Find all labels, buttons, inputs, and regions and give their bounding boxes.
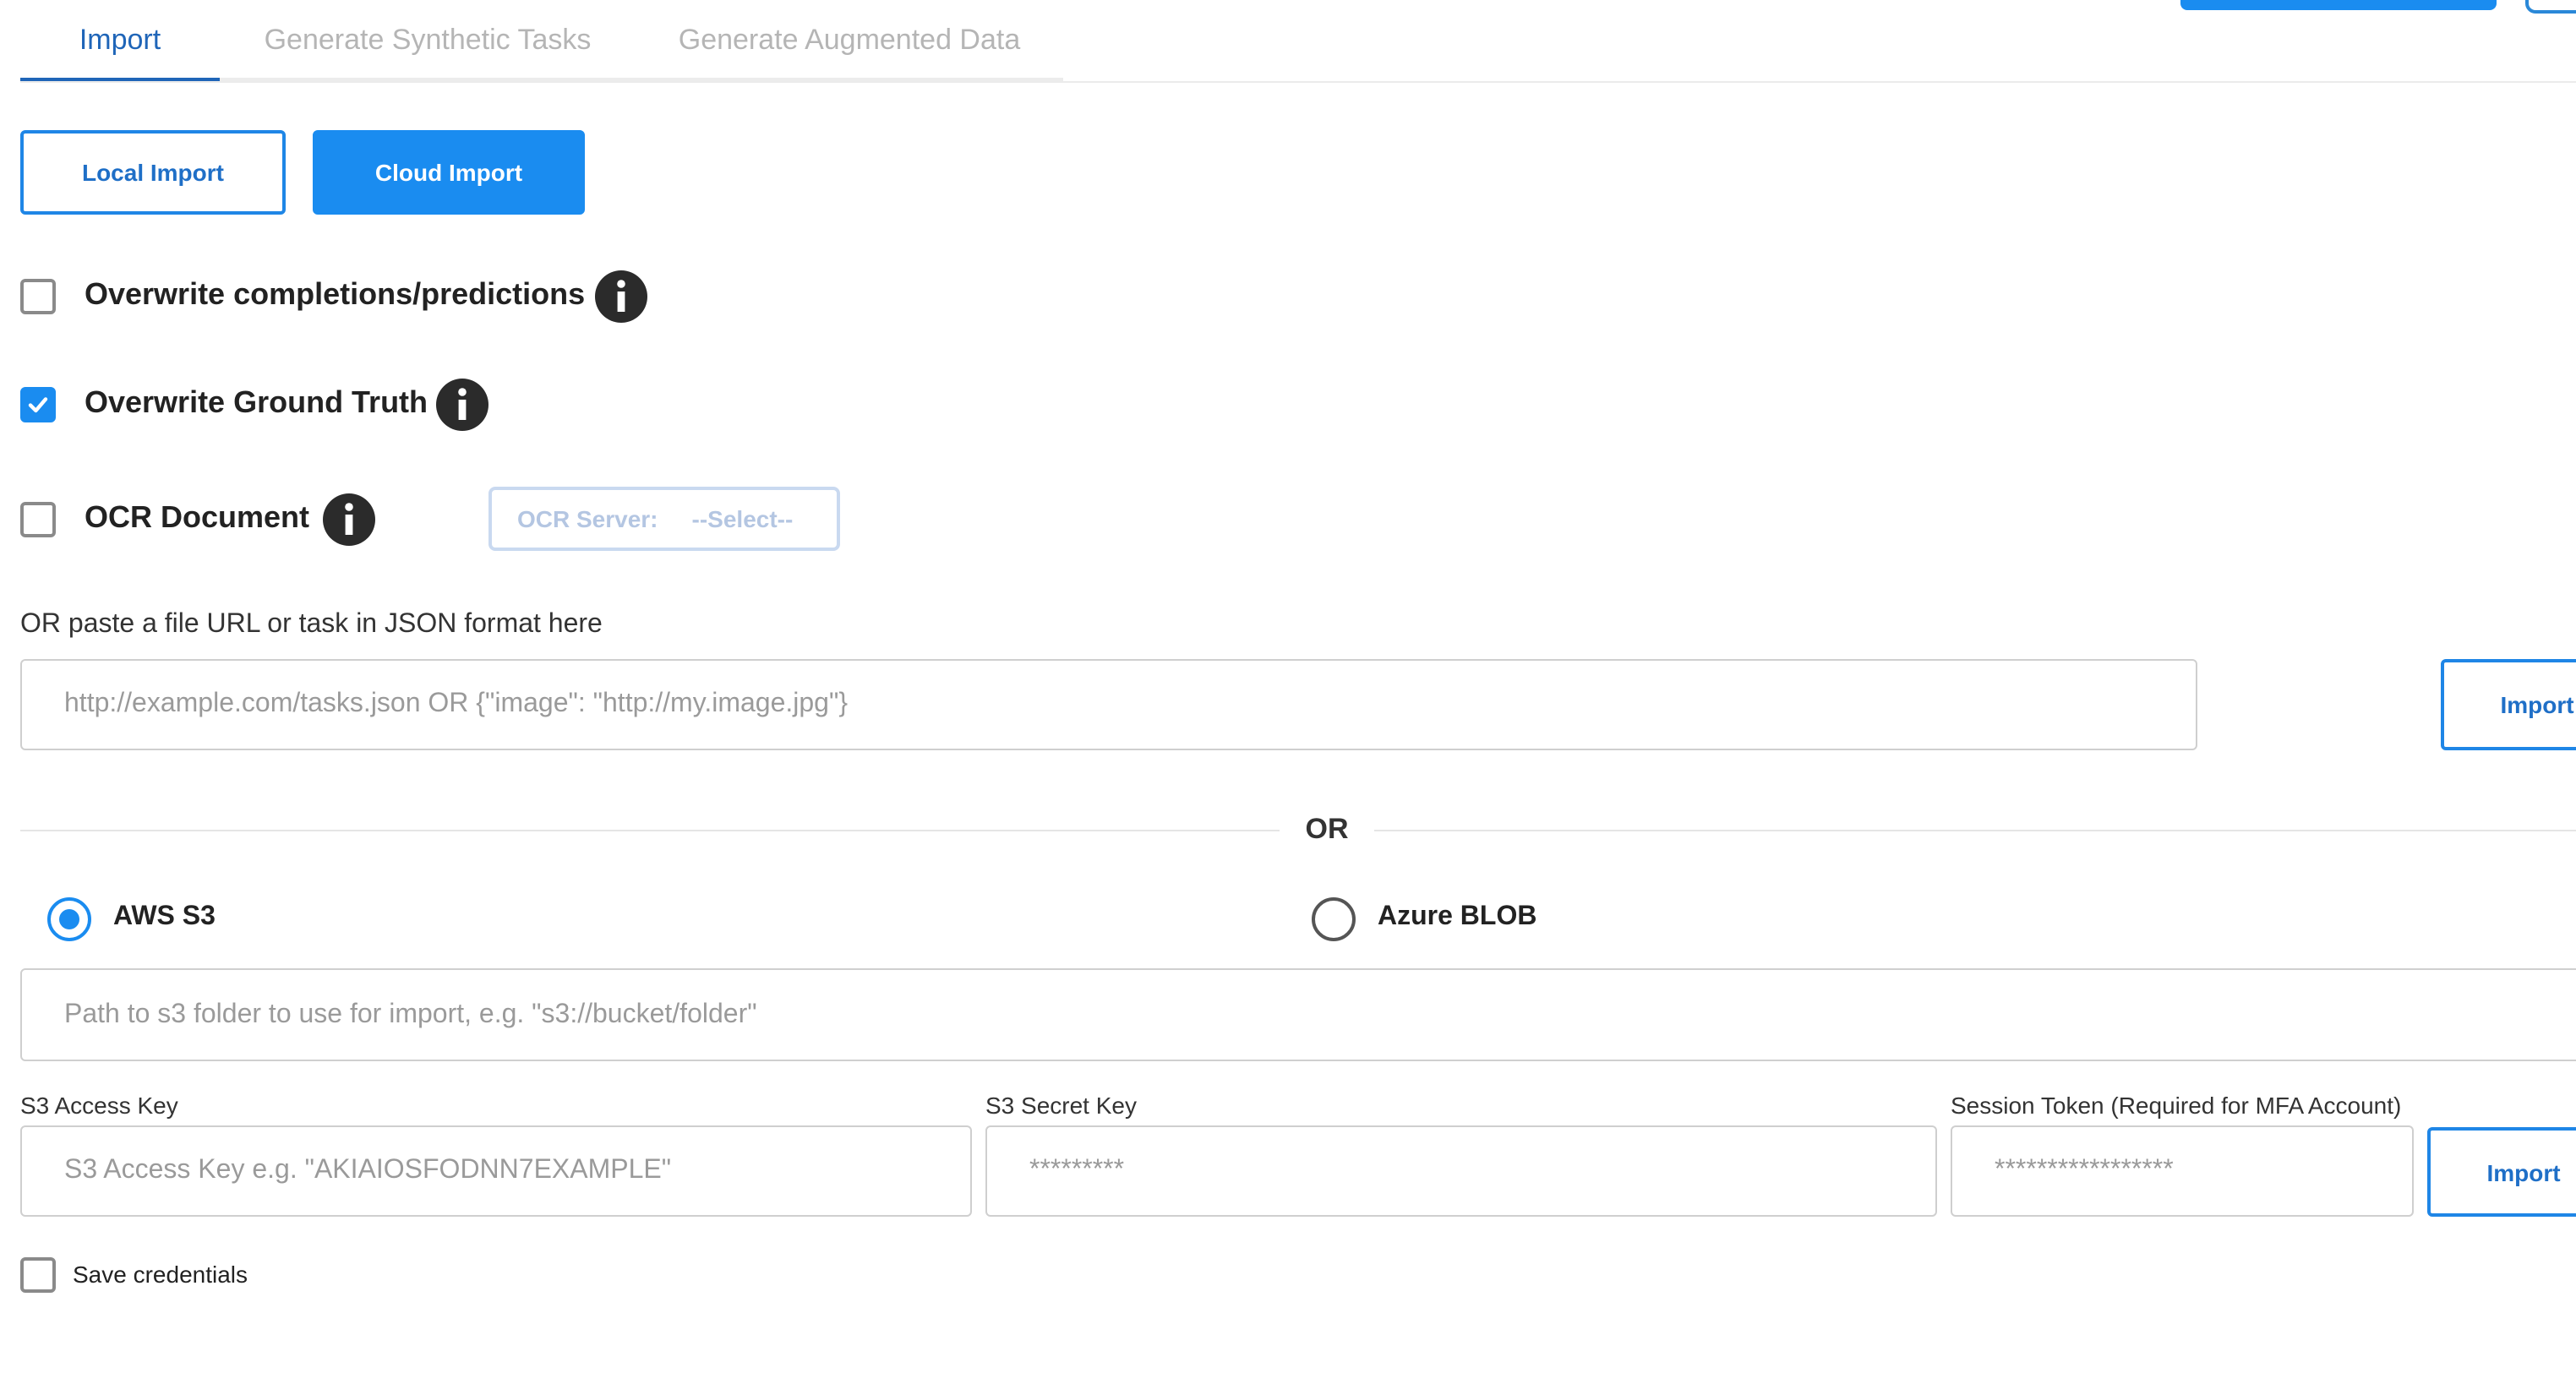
ocr-document-checkbox[interactable] [20, 502, 56, 537]
ocr-document-label: OCR Document [85, 500, 310, 534]
ocr-server-label: OCR Server: [517, 505, 658, 532]
s3-path-input[interactable] [20, 968, 2576, 1061]
aws-s3-radio[interactable] [47, 897, 91, 941]
info-icon[interactable] [323, 493, 375, 546]
top-user-button[interactable] [2525, 0, 2576, 14]
tab-generate-synthetic-tasks[interactable]: Generate Synthetic Tasks [220, 0, 636, 81]
overwrite-completions-checkbox[interactable] [20, 279, 56, 314]
local-import-button[interactable]: Local Import [20, 130, 286, 215]
session-token-label: Session Token (Required for MFA Account) [1951, 1092, 2402, 1119]
ocr-server-value: --Select-- [691, 505, 794, 532]
separator-line-left [20, 830, 1280, 831]
azure-blob-radio[interactable] [1312, 897, 1356, 941]
s3-secret-key-input[interactable] [985, 1125, 1937, 1217]
url-import-label: OR paste a file URL or task in JSON form… [20, 610, 603, 639]
save-credentials-label: Save credentials [73, 1261, 248, 1288]
azure-blob-label: Azure BLOB [1378, 902, 1537, 931]
separator-line-right [1374, 830, 2576, 831]
url-import-input[interactable] [20, 659, 2197, 750]
aws-s3-label: AWS S3 [113, 902, 216, 931]
s3-import-button[interactable]: Import [2427, 1127, 2576, 1217]
ocr-server-select[interactable]: OCR Server: --Select-- [488, 487, 840, 551]
url-import-button[interactable]: Import [2441, 659, 2576, 750]
import-panel: Import Generate Synthetic Tasks Generate… [0, 0, 2576, 1384]
s3-access-key-input[interactable] [20, 1125, 972, 1217]
tab-import[interactable]: Import [20, 0, 220, 81]
tab-active-indicator [20, 78, 220, 81]
or-separator: OR [1305, 813, 1349, 845]
overwrite-ground-truth-label: Overwrite Ground Truth [85, 385, 428, 419]
tabs-divider [20, 81, 2576, 83]
overwrite-completions-label: Overwrite completions/predictions [85, 277, 586, 311]
tab-generate-augmented-data[interactable]: Generate Augmented Data [636, 0, 1063, 81]
cloud-import-button[interactable]: Cloud Import [313, 130, 585, 215]
overwrite-ground-truth-checkbox[interactable] [20, 387, 56, 422]
info-icon[interactable] [595, 270, 647, 323]
s3-access-key-label: S3 Access Key [20, 1092, 178, 1119]
top-action-button[interactable] [2180, 0, 2497, 10]
session-token-input[interactable] [1951, 1125, 2414, 1217]
checkmark-icon [28, 397, 48, 413]
save-credentials-checkbox[interactable] [20, 1257, 56, 1293]
info-icon[interactable] [436, 379, 488, 431]
s3-secret-key-label: S3 Secret Key [985, 1092, 1137, 1119]
